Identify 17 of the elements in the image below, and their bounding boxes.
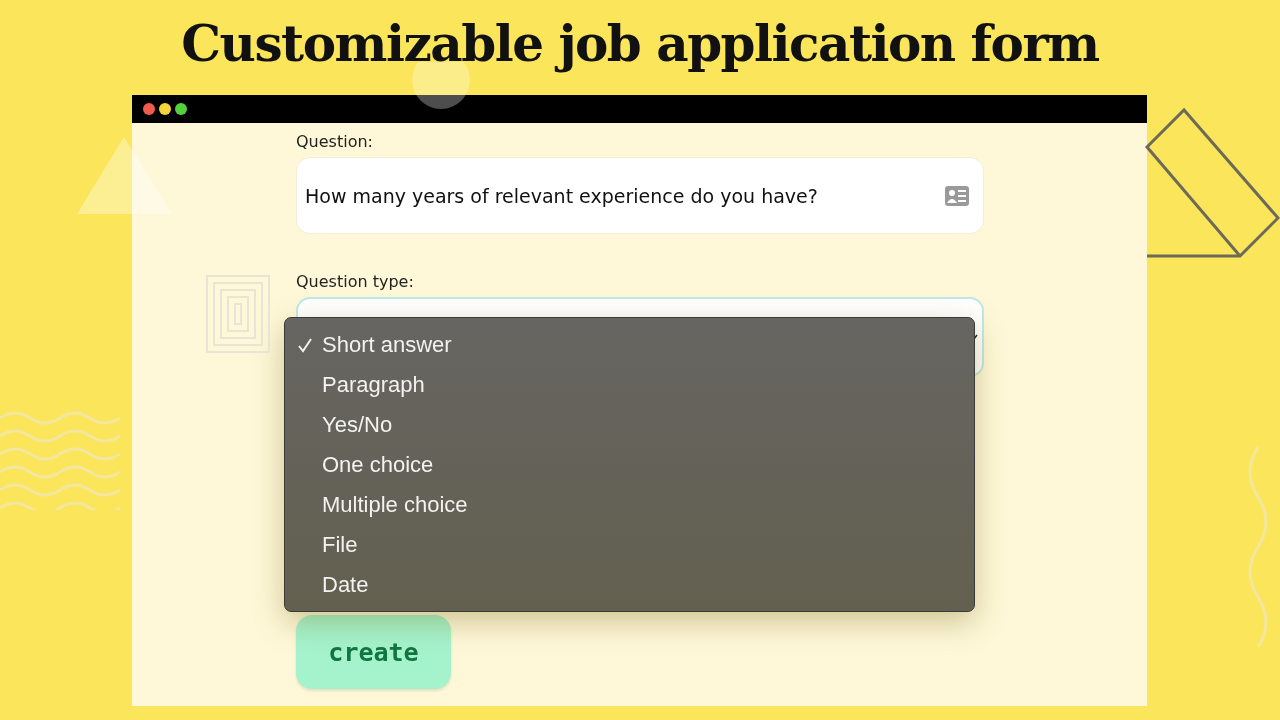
- window-control-dot[interactable]: [143, 103, 155, 115]
- window-control-dot[interactable]: [175, 103, 187, 115]
- menu-option[interactable]: Date: [322, 572, 369, 598]
- field-label: Question type:: [296, 272, 414, 291]
- field-label: Question:: [296, 132, 373, 151]
- menu-option[interactable]: Multiple choice: [322, 492, 468, 518]
- window-control-dot[interactable]: [159, 103, 171, 115]
- menu-option[interactable]: Paragraph: [322, 372, 425, 398]
- menu-option[interactable]: File: [322, 532, 358, 558]
- menu-option[interactable]: Short answer: [322, 332, 452, 358]
- headline: Customizable job application form: [181, 14, 1099, 73]
- circle-drawing: [412, 62, 470, 109]
- create-button[interactable]: create: [296, 615, 451, 689]
- contact-card-icon: [945, 185, 969, 206]
- menu-option[interactable]: One choice: [322, 452, 434, 478]
- question-field[interactable]: How many years of relevant experience do you have?: [296, 157, 984, 234]
- menu-option[interactable]: Yes/No: [322, 412, 393, 438]
